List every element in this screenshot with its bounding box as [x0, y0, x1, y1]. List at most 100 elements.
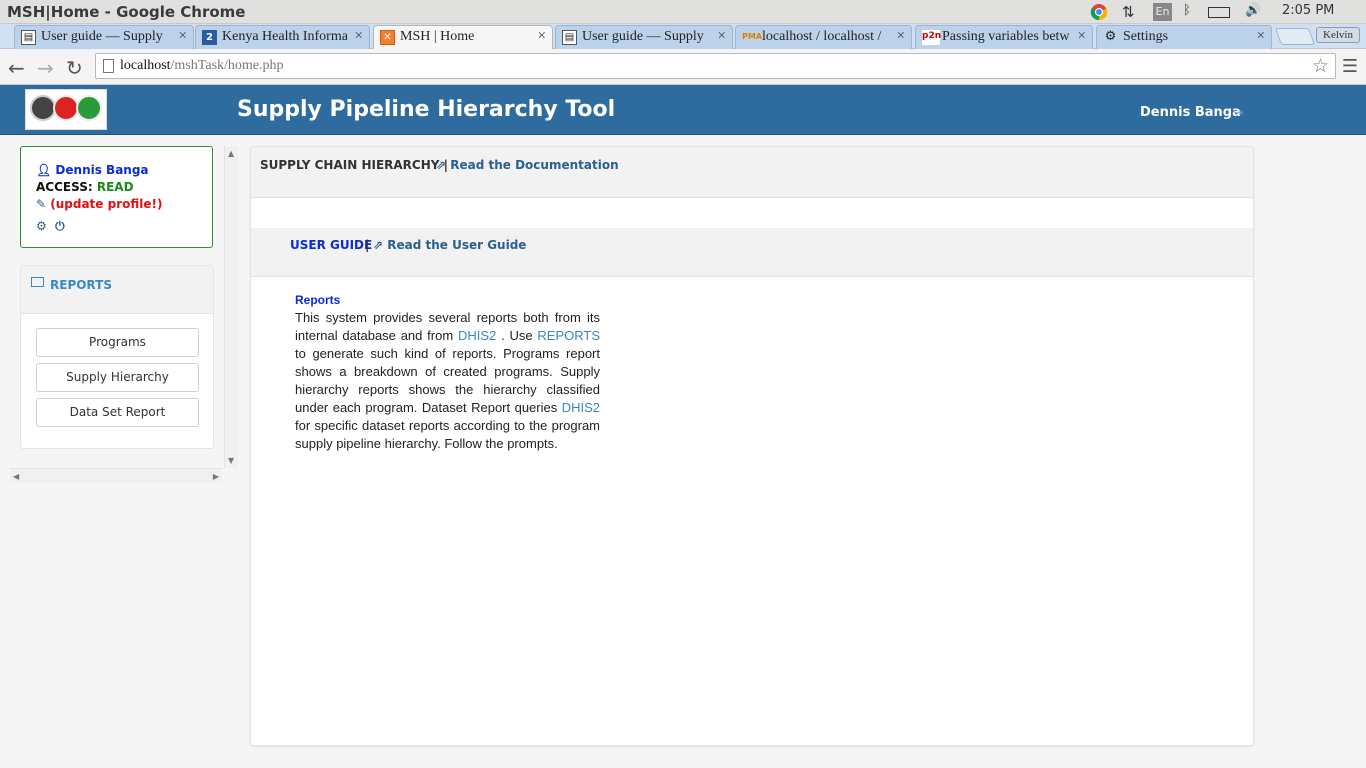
scroll-right-icon[interactable]: ▶	[213, 472, 219, 481]
network-icon[interactable]: ⇅	[1122, 3, 1135, 21]
external-link-icon: ⇗	[436, 158, 447, 172]
user-guide-link[interactable]: ⇗ Read the User Guide	[373, 238, 526, 252]
bluetooth-icon[interactable]: ᛒ	[1183, 3, 1191, 18]
dhis2-link-2[interactable]: DHIS2	[562, 400, 600, 415]
number-2-icon: 2	[202, 30, 217, 45]
access-line: ACCESS: READ	[36, 180, 134, 194]
settings-icon[interactable]: ⚙	[36, 219, 47, 233]
menu-icon[interactable]: ☰	[1342, 56, 1358, 77]
profile-name-link[interactable]: 👤︎ Dennis Banga	[36, 163, 149, 177]
keyboard-lang-indicator[interactable]: En	[1153, 3, 1172, 21]
reports-text-4: for specific dataset reports according t…	[295, 418, 600, 451]
main-content: SUPPLY CHAIN HIERARCHY | ⇗ Read the Docu…	[250, 146, 1254, 746]
close-icon[interactable]: ×	[355, 28, 363, 45]
reports-section-title: Reports	[295, 293, 341, 307]
close-icon[interactable]: ×	[897, 28, 905, 45]
sidebar-horizontal-scrollbar[interactable]: ◀ ▶	[10, 468, 222, 483]
reports-icon	[31, 277, 44, 287]
close-icon[interactable]: ×	[1078, 28, 1086, 45]
tab-user-guide-2[interactable]: ▤ User guide — Supply ×	[555, 25, 733, 49]
close-icon[interactable]: ×	[179, 28, 187, 45]
tab-label: User guide — Supply	[41, 29, 163, 44]
app-title: Supply Pipeline Hierarchy Tool	[237, 97, 616, 122]
url-text: localhost/mshTask/home.php	[120, 58, 284, 74]
reports-heading[interactable]: REPORTS	[50, 278, 112, 292]
user-icon: 👤︎	[36, 163, 52, 177]
volume-icon[interactable]: 🔊	[1245, 3, 1261, 18]
clock[interactable]: 2:05 PM	[1282, 3, 1334, 18]
user-guide-title[interactable]: USER GUIDE	[290, 238, 372, 252]
dhis2-link-1[interactable]: DHIS2	[458, 328, 496, 343]
close-icon[interactable]: ×	[538, 28, 546, 45]
supply-hierarchy-button[interactable]: Supply Hierarchy	[36, 363, 199, 392]
tab-label: MSH | Home	[400, 29, 475, 44]
documentation-link-label: Read the Documentation	[450, 158, 619, 172]
reports-description: This system provides several reports bot…	[295, 309, 600, 453]
tab-user-guide-1[interactable]: ▤ User guide — Supply ×	[14, 25, 194, 49]
access-value: READ	[96, 180, 134, 194]
reports-text-3: to generate such kind of reports. Progra…	[295, 346, 600, 415]
reports-text-2: . Use	[501, 328, 533, 343]
tab-label: User guide — Supply	[582, 29, 704, 44]
reports-panel: REPORTS Programs Supply Hierarchy Data S…	[20, 265, 214, 449]
tab-label: Settings	[1123, 29, 1169, 44]
new-tab-button[interactable]	[1274, 28, 1316, 45]
tab-msh-home[interactable]: ✕ MSH | Home ×	[373, 25, 553, 50]
sidebar-vertical-scrollbar[interactable]: ▲ ▼	[224, 146, 238, 468]
address-bar[interactable]: localhost/mshTask/home.php ☆	[95, 53, 1336, 79]
tab-label: localhost / localhost /	[762, 29, 882, 44]
url-host: localhost	[120, 58, 171, 73]
reports-link[interactable]: REPORTS	[537, 328, 600, 343]
edit-icon: ✎	[36, 197, 47, 211]
forward-icon[interactable]: →	[37, 56, 54, 80]
programs-button[interactable]: Programs	[36, 328, 199, 357]
tab-kenya-health[interactable]: 2 Kenya Health Informa ×	[195, 25, 370, 49]
gear-icon: ⚙	[1104, 29, 1117, 44]
back-icon[interactable]: ←	[8, 56, 25, 80]
reload-icon[interactable]: ↻	[66, 56, 83, 80]
book-icon: ▤	[21, 30, 36, 45]
os-title-bar: MSH|Home - Google Chrome ⇅ En ᛒ 🔊 2:05 P…	[0, 0, 1366, 24]
update-profile-link[interactable]: ✎ (update profile!)	[36, 197, 162, 211]
scroll-up-icon[interactable]: ▲	[228, 149, 234, 158]
bookmark-star-icon[interactable]: ☆	[1312, 55, 1329, 77]
user-guide-link-label: Read the User Guide	[387, 238, 527, 252]
close-icon[interactable]: ×	[718, 28, 726, 45]
logout-icon[interactable]: ⇥	[1234, 106, 1243, 119]
user-guide-separator: |	[365, 238, 370, 252]
external-link-icon: ⇗	[373, 238, 384, 252]
tab-phpmyadmin[interactable]: PMA localhost / localhost / ×	[735, 25, 912, 49]
tab-passing-variables[interactable]: p2n Passing variables betw ×	[915, 25, 1093, 49]
user-guide-header: USER GUIDE | ⇗ Read the User Guide	[251, 228, 1253, 277]
profile-name: Dennis Banga	[55, 163, 149, 177]
book-icon: ▤	[562, 30, 577, 45]
documentation-link[interactable]: ⇗ Read the Documentation	[436, 158, 619, 172]
page-icon	[103, 59, 114, 73]
profile-button[interactable]: Kelvin	[1316, 27, 1360, 43]
window-title: MSH|Home - Google Chrome	[7, 3, 246, 21]
pma-icon: PMA	[742, 32, 763, 41]
browser-tab-strip: ▤ User guide — Supply × 2 Kenya Health I…	[0, 24, 1366, 50]
url-path: /mshTask/home.php	[170, 58, 284, 73]
chrome-icon[interactable]	[1090, 3, 1108, 25]
browser-toolbar: ← → ↻ localhost/mshTask/home.php ☆ ☰	[0, 49, 1366, 85]
p2n-icon: p2n	[922, 30, 941, 45]
scroll-down-icon[interactable]: ▼	[228, 456, 234, 465]
supply-chain-title: SUPPLY CHAIN HIERARCHY |	[260, 158, 449, 172]
header-user-name[interactable]: Dennis Banga	[1140, 105, 1241, 120]
supply-chain-header: SUPPLY CHAIN HIERARCHY | ⇗ Read the Docu…	[251, 147, 1253, 198]
reports-panel-header: REPORTS	[21, 266, 213, 314]
scroll-left-icon[interactable]: ◀	[13, 472, 19, 481]
battery-icon[interactable]	[1208, 7, 1230, 18]
profile-actions: ⚙ ⏻	[36, 219, 65, 234]
tab-label: Passing variables betw	[942, 29, 1070, 44]
power-icon[interactable]: ⏻	[55, 219, 65, 233]
update-profile-label: (update profile!)	[50, 197, 163, 211]
logo[interactable]	[25, 89, 107, 130]
close-icon[interactable]: ×	[1257, 28, 1265, 45]
tab-settings[interactable]: ⚙ Settings ×	[1096, 25, 1272, 49]
profile-box: 👤︎ Dennis Banga ACCESS: READ ✎ (update p…	[20, 146, 213, 248]
logo-circle	[76, 95, 102, 121]
data-set-report-button[interactable]: Data Set Report	[36, 398, 199, 427]
app-icon: ✕	[380, 30, 395, 45]
